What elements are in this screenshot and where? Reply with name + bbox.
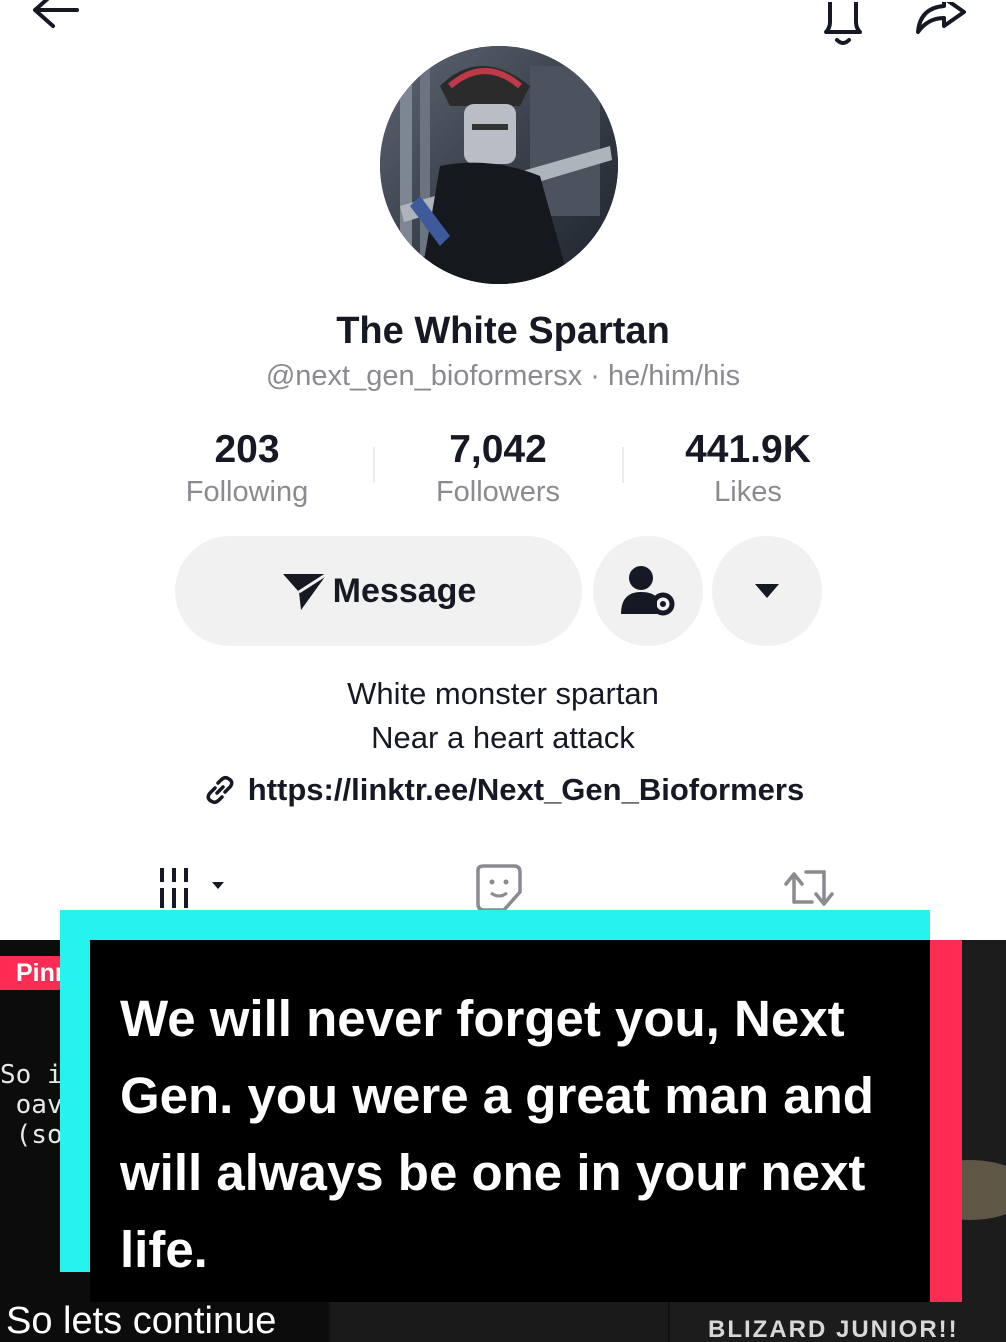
tab-favorites[interactable] <box>468 862 530 912</box>
followers-count: 7,042 <box>449 428 547 471</box>
caret-down-icon <box>755 584 779 598</box>
repost-icon <box>784 870 834 906</box>
stat-likes[interactable]: 441.9K Likes <box>638 428 858 509</box>
bio-line: Near a heart attack <box>371 720 635 755</box>
back-button[interactable] <box>18 0 88 40</box>
username-pronouns: @next_gen_bioformersx · he/him/his <box>265 360 741 392</box>
grid-icon <box>160 868 224 908</box>
bell-icon <box>824 2 862 45</box>
notifications-button[interactable] <box>808 0 878 48</box>
avatar[interactable] <box>380 46 618 284</box>
arrow-left-icon <box>33 0 79 28</box>
stat-followers[interactable]: 7,042 Followers <box>388 428 608 509</box>
stat-divider <box>373 447 375 483</box>
avatar-image <box>380 46 618 284</box>
stat-divider <box>622 447 624 483</box>
caption-text: We will never forget you, Next Gen. you … <box>120 990 874 1278</box>
likes-count: 441.9K <box>685 428 811 471</box>
tab-videos[interactable] <box>150 862 240 912</box>
followers-label: Followers <box>435 476 561 508</box>
message-label: Message <box>332 571 477 610</box>
following-count: 203 <box>214 428 280 471</box>
bio-link[interactable]: https://linktr.ee/Next_Gen_Bioformers <box>0 772 1006 808</box>
caption-overlay: We will never forget you, Next Gen. you … <box>90 940 930 1302</box>
link-icon <box>206 775 234 805</box>
friend-settings-button[interactable] <box>593 536 703 646</box>
video-tile-caption: So lets continue <box>6 1300 277 1342</box>
bio-line: White monster spartan <box>347 676 659 711</box>
share-icon <box>916 2 966 34</box>
user-settings-icon <box>621 566 675 616</box>
bio-link-text: https://linktr.ee/Next_Gen_Bioformers <box>247 772 805 807</box>
sticker-icon <box>476 864 522 912</box>
stat-following[interactable]: 203 Following <box>137 428 357 509</box>
display-name: The White Spartan <box>336 310 670 352</box>
video-tile-caption: BLIZARD JUNIOR!! <box>708 1316 959 1342</box>
share-button[interactable] <box>905 0 977 48</box>
more-options-button[interactable] <box>712 536 822 646</box>
tab-reposts[interactable] <box>780 862 850 912</box>
pinned-badge: Pinned <box>0 956 62 990</box>
likes-label: Likes <box>714 476 782 508</box>
message-button[interactable]: Message <box>175 536 582 646</box>
send-icon <box>282 572 328 610</box>
following-label: Following <box>185 476 309 508</box>
